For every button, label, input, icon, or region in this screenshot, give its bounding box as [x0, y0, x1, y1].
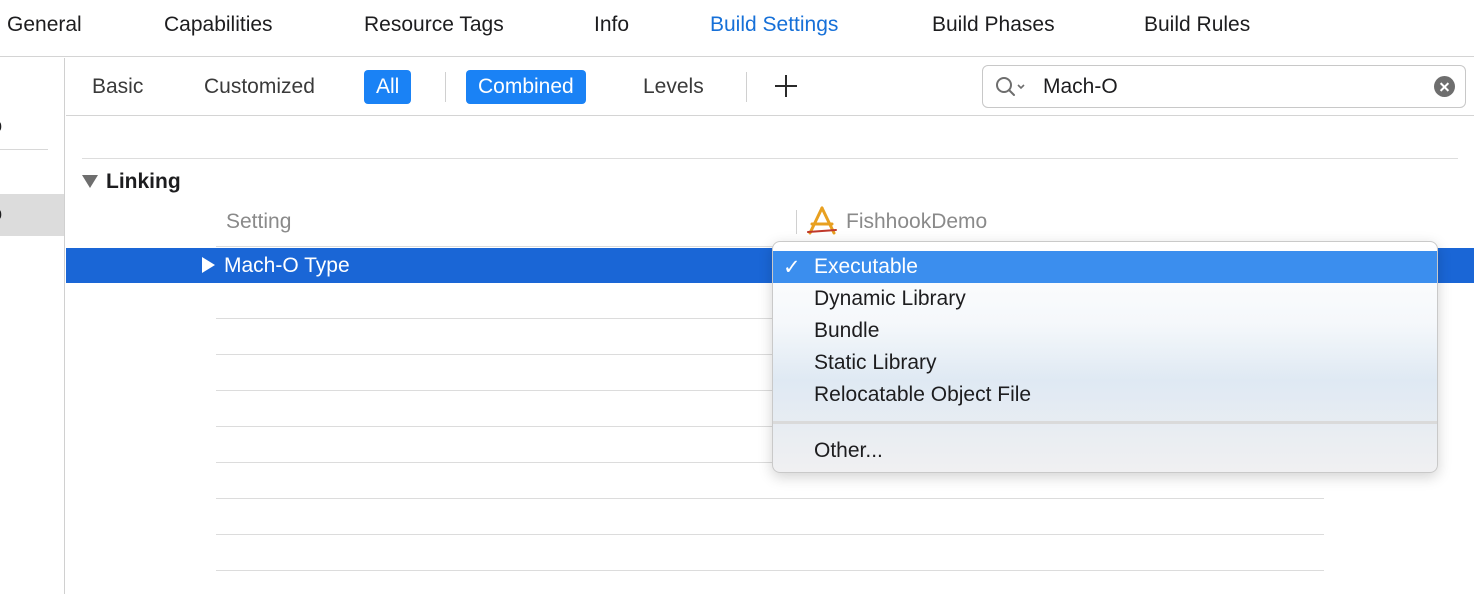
section-title: Linking	[106, 170, 181, 193]
plus-icon[interactable]	[772, 72, 800, 100]
app-target-icon	[807, 206, 837, 235]
filter-customized-button[interactable]: Customized	[192, 70, 327, 104]
mach-o-type-popup-menu: ✓ Executable Dynamic Library Bundle Stat…	[772, 241, 1438, 473]
clear-icon[interactable]	[1434, 76, 1455, 97]
column-header-target: FishhookDemo	[846, 210, 988, 233]
section-divider	[82, 158, 1458, 159]
search-input[interactable]: Mach-O	[1043, 75, 1118, 99]
filter-divider	[746, 72, 747, 102]
menu-item-label: Relocatable Object File	[814, 383, 1032, 406]
checkmark-icon: ✓	[783, 256, 801, 279]
combined-button[interactable]: Combined	[466, 70, 586, 104]
menu-item-relocatable-object-file[interactable]: Relocatable Object File	[773, 379, 1437, 411]
filter-divider	[445, 72, 446, 102]
disclosure-triangle-icon[interactable]	[202, 257, 215, 273]
column-divider	[796, 210, 797, 234]
tab-build-phases[interactable]: Build Phases	[932, 13, 1055, 37]
sidebar-item-project[interactable]: o	[0, 106, 64, 148]
sidebar-item-target[interactable]: o	[0, 194, 64, 236]
menu-item-executable[interactable]: ✓ Executable	[773, 251, 1437, 283]
levels-button[interactable]: Levels	[631, 70, 716, 104]
tab-general[interactable]: General	[7, 13, 82, 37]
empty-row-divider	[216, 534, 1324, 535]
targets-sidebar: o o	[0, 58, 65, 594]
sidebar-divider	[0, 149, 48, 150]
empty-row-divider	[216, 570, 1324, 571]
tab-resource-tags[interactable]: Resource Tags	[364, 13, 504, 37]
menu-item-label: Bundle	[814, 319, 880, 342]
filter-bar: Basic Customized All Combined Levels Mac…	[66, 58, 1474, 116]
disclosure-triangle-icon[interactable]	[82, 175, 98, 188]
menu-item-bundle[interactable]: Bundle	[773, 315, 1437, 347]
top-tab-bar: General Capabilities Resource Tags Info …	[0, 0, 1474, 57]
empty-row-divider	[216, 498, 1324, 499]
setting-label: Mach-O Type	[224, 254, 350, 277]
filter-basic-button[interactable]: Basic	[80, 70, 155, 104]
menu-item-dynamic-library[interactable]: Dynamic Library	[773, 283, 1437, 315]
tab-info[interactable]: Info	[594, 13, 629, 37]
column-header-setting: Setting	[226, 210, 292, 233]
tab-capabilities[interactable]: Capabilities	[164, 13, 273, 37]
tab-build-settings[interactable]: Build Settings	[710, 13, 838, 37]
search-icon[interactable]	[995, 76, 1029, 98]
sidebar-item-label: o	[0, 115, 2, 138]
menu-item-label: Executable	[814, 255, 918, 278]
sidebar-item-label: o	[0, 203, 2, 226]
menu-item-label: Other...	[814, 439, 883, 462]
menu-item-label: Static Library	[814, 351, 937, 374]
menu-item-other[interactable]: Other...	[773, 435, 1437, 467]
menu-separator	[773, 421, 1437, 424]
menu-item-label: Dynamic Library	[814, 287, 966, 310]
search-field[interactable]: Mach-O	[982, 65, 1466, 108]
filter-all-button[interactable]: All	[364, 70, 412, 104]
tab-build-rules[interactable]: Build Rules	[1144, 13, 1250, 37]
menu-item-static-library[interactable]: Static Library	[773, 347, 1437, 379]
